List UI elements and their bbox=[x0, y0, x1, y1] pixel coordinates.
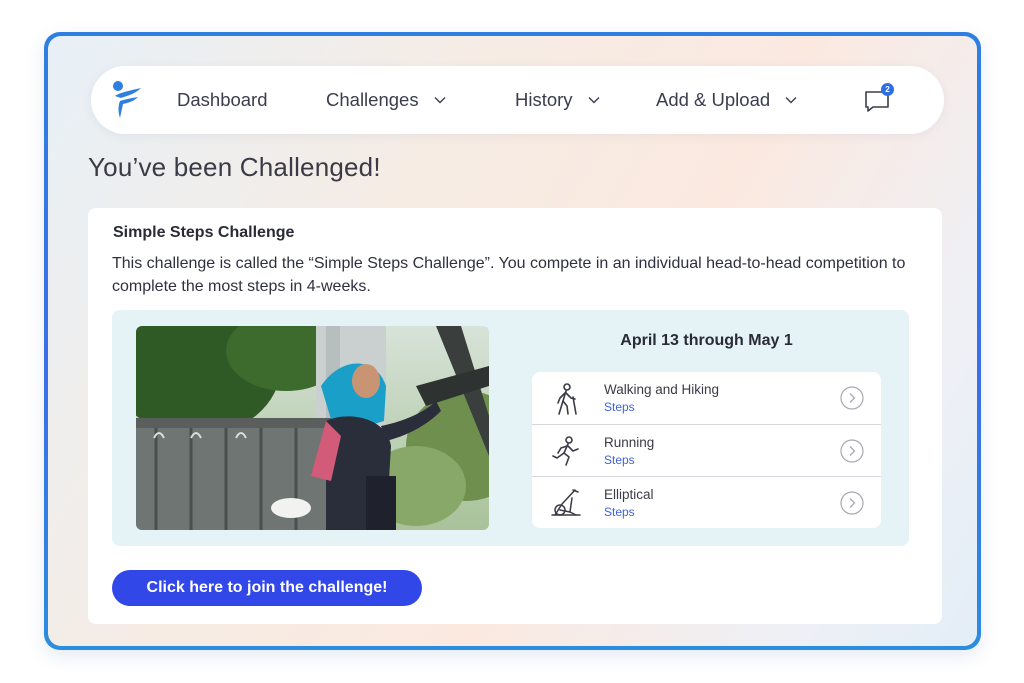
activity-running[interactable]: Running Steps bbox=[532, 424, 881, 476]
nav-history-label: History bbox=[515, 89, 573, 110]
activity-walking-hiking[interactable]: Walking and Hiking Steps bbox=[532, 372, 881, 424]
page-title: You’ve been Challenged! bbox=[88, 152, 381, 182]
activity-name: Walking and Hiking bbox=[604, 382, 720, 397]
activity-name: Elliptical bbox=[604, 487, 654, 502]
challenge-description: This challenge is called the “Simple Ste… bbox=[112, 255, 906, 295]
challenge-photo bbox=[136, 326, 489, 530]
chevron-down-icon bbox=[434, 97, 446, 104]
chevron-down-icon bbox=[588, 97, 600, 104]
challenge-card: Simple Steps Challenge This challenge is… bbox=[88, 208, 942, 624]
walking-icon bbox=[557, 383, 577, 415]
nav-dashboard[interactable]: Dashboard bbox=[177, 88, 268, 112]
nav-challenges-label: Challenges bbox=[326, 89, 419, 110]
elliptical-icon bbox=[551, 489, 581, 516]
activity-unit: Steps bbox=[604, 400, 635, 414]
chevron-right-circle-icon[interactable] bbox=[840, 386, 864, 410]
activity-unit: Steps bbox=[604, 505, 635, 519]
activity-elliptical[interactable]: Elliptical Steps bbox=[532, 476, 881, 528]
chevron-right-circle-icon[interactable] bbox=[840, 439, 864, 463]
notification-badge: 2 bbox=[881, 83, 894, 96]
app-frame: Dashboard Challenges History Add & Uploa… bbox=[44, 32, 981, 650]
challenge-details-panel: April 13 through May 1 Walking and Hikin… bbox=[112, 310, 909, 546]
chevron-down-icon bbox=[785, 97, 797, 104]
activity-list: Walking and Hiking Steps Running Steps E… bbox=[532, 372, 881, 528]
nav-add-upload-label: Add & Upload bbox=[656, 89, 771, 110]
activity-unit: Steps bbox=[604, 453, 635, 467]
challenge-dates: April 13 through May 1 bbox=[620, 332, 793, 349]
challenge-name: Simple Steps Challenge bbox=[113, 224, 295, 241]
chevron-right-circle-icon[interactable] bbox=[840, 491, 864, 515]
app-window: Dashboard Challenges History Add & Uploa… bbox=[48, 36, 977, 646]
join-challenge-button[interactable]: Click here to join the challenge! bbox=[112, 570, 422, 606]
activity-name: Running bbox=[604, 435, 655, 450]
nav-challenges[interactable]: Challenges bbox=[326, 88, 447, 112]
brand-logo[interactable] bbox=[111, 80, 143, 120]
nav-dashboard-label: Dashboard bbox=[177, 89, 268, 110]
nav-history[interactable]: History bbox=[515, 88, 601, 112]
top-navigation: Dashboard Challenges History Add & Uploa… bbox=[91, 66, 944, 134]
nav-add-upload[interactable]: Add & Upload bbox=[656, 88, 798, 112]
messages-button[interactable]: 2 bbox=[863, 83, 894, 115]
running-icon bbox=[552, 436, 579, 466]
